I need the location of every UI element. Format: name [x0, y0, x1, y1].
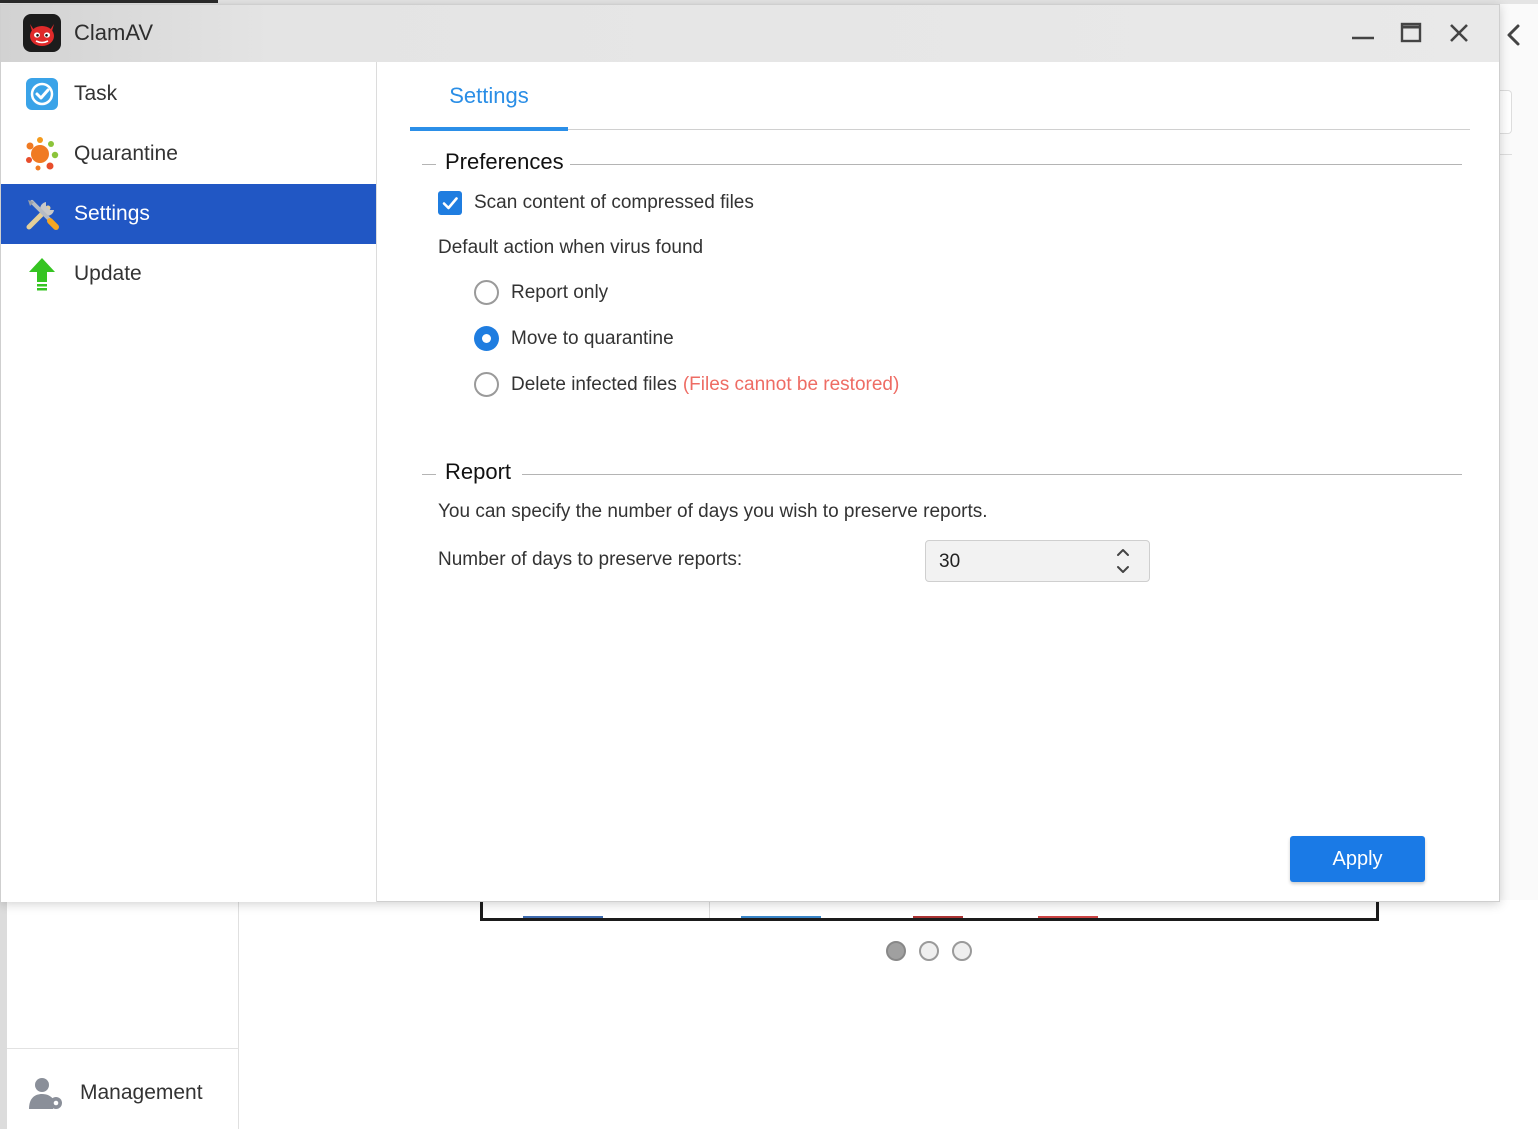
radio-button[interactable] [474, 372, 499, 397]
apply-button[interactable]: Apply [1290, 836, 1425, 882]
tab-bar: Settings [410, 62, 1470, 131]
scan-compressed-checkbox[interactable] [438, 191, 462, 215]
sidebar-item-label: Settings [74, 202, 150, 225]
tab-active-indicator [410, 127, 568, 131]
delete-warning-text: (Files cannot be restored) [682, 373, 900, 395]
radio-button[interactable] [474, 280, 499, 305]
days-to-preserve-stepper[interactable]: 30 [925, 540, 1150, 582]
preferences-title: Preferences [445, 149, 572, 175]
sidebar: Task Quarantine Settings Update [1, 62, 377, 902]
radio-delete-infected[interactable]: Delete infected files (Files cannot be r… [474, 372, 899, 397]
clamav-window: ClamAV Task Quarantine Settings Update S… [0, 4, 1500, 902]
scan-compressed-checkbox-row[interactable]: Scan content of compressed files [438, 191, 754, 215]
tab-label: Settings [449, 83, 529, 108]
radio-label: Move to quarantine [511, 327, 674, 349]
sidebar-item-settings[interactable]: Settings [1, 184, 376, 244]
minimize-icon[interactable] [1350, 20, 1376, 46]
days-value[interactable]: 30 [939, 551, 960, 573]
carousel-dot-1[interactable] [886, 941, 906, 961]
sidebar-item-quarantine[interactable]: Quarantine [1, 124, 376, 184]
quarantine-splat-icon [23, 135, 61, 173]
sidebar-item-task[interactable]: Task [1, 64, 376, 124]
tab-settings[interactable]: Settings [410, 62, 568, 131]
sidebar-item-update[interactable]: Update [1, 244, 376, 304]
carousel-dot-2[interactable] [919, 941, 939, 961]
carousel-pagination [886, 941, 972, 961]
report-section-header: Report [422, 459, 1462, 489]
carousel-dot-3[interactable] [952, 941, 972, 961]
sidebar-item-label: Task [74, 82, 118, 105]
days-to-preserve-label: Number of days to preserve reports: [438, 549, 743, 570]
checkmark-icon [442, 197, 458, 210]
background-management-item[interactable]: Management [28, 1073, 203, 1113]
management-label: Management [80, 1081, 203, 1104]
chevron-left-icon[interactable] [1504, 22, 1524, 48]
user-settings-icon [29, 1078, 62, 1109]
maximize-icon[interactable] [1398, 20, 1424, 46]
close-icon[interactable] [1446, 20, 1472, 46]
preferences-section-header: Preferences [422, 149, 1462, 179]
clamav-logo-icon [23, 14, 61, 52]
background-image-frame [480, 900, 1379, 921]
settings-content: Settings Preferences Scan content of com… [378, 62, 1500, 902]
radio-label: Report only [511, 281, 609, 303]
app-title: ClamAV [74, 20, 154, 45]
radio-label: Delete infected files [511, 373, 677, 395]
sidebar-item-label: Quarantine [74, 142, 178, 165]
title-bar[interactable]: ClamAV [1, 5, 1499, 62]
radio-button-selected[interactable] [474, 326, 499, 351]
chevron-down-icon[interactable] [1114, 562, 1132, 578]
sidebar-item-label: Update [74, 262, 142, 285]
task-check-icon [23, 75, 61, 113]
radio-move-to-quarantine[interactable]: Move to quarantine [474, 326, 674, 351]
radio-report-only[interactable]: Report only [474, 280, 608, 305]
scan-compressed-label: Scan content of compressed files [474, 192, 754, 213]
report-description: You can specify the number of days you w… [438, 501, 988, 522]
report-title: Report [445, 459, 520, 485]
background-right-strip [1500, 4, 1538, 900]
tools-icon [23, 195, 61, 233]
chevron-up-icon[interactable] [1114, 544, 1132, 560]
update-arrow-icon [23, 255, 61, 293]
default-action-label: Default action when virus found [438, 237, 704, 258]
